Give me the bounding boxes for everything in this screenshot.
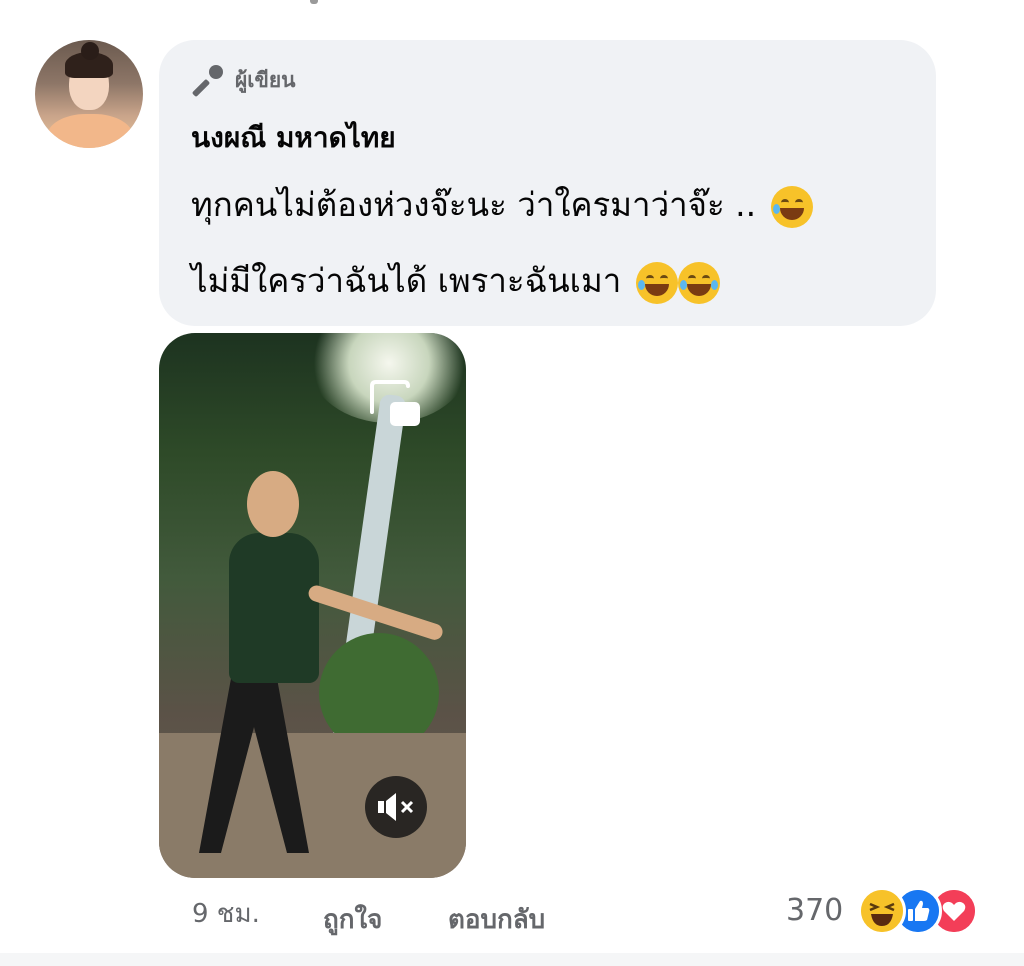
comment-bubble: ผู้เขียน นงผณี มหาดไทย ทุกคนไม่ต้องห่วงจ… xyxy=(159,40,936,326)
reaction-icons[interactable] xyxy=(858,887,998,935)
comment-text-line-2: ไม่มีใครว่าฉันได้ เพราะฉันเมา xyxy=(191,254,720,307)
comment-video[interactable] xyxy=(159,333,466,878)
sound-muted-icon xyxy=(378,793,414,821)
bottom-divider xyxy=(0,953,1024,966)
scroll-remnant xyxy=(310,0,318,4)
picture-in-picture-icon[interactable] xyxy=(366,378,422,430)
author-name[interactable]: นงผณี มหาดไทย xyxy=(191,116,396,160)
reaction-count[interactable]: 370 xyxy=(786,893,843,928)
like-button[interactable]: ถูกใจ xyxy=(323,899,382,940)
haha-reaction-icon xyxy=(858,887,906,935)
comment-actions: 9 ชม. ถูกใจ ตอบกลับ 370 xyxy=(0,887,1024,943)
timestamp[interactable]: 9 ชม. xyxy=(192,893,260,934)
avatar[interactable] xyxy=(35,40,143,148)
mute-button[interactable] xyxy=(365,776,427,838)
tears-of-joy-emoji-icon xyxy=(677,261,720,304)
comment-text-line-1: ทุกคนไม่ต้องห่วงจ๊ะนะ ว่าใครมาว่าจ๊ะ .. xyxy=(191,178,813,231)
reply-button[interactable]: ตอบกลับ xyxy=(448,899,545,940)
microphone-icon xyxy=(192,65,223,97)
rolling-on-floor-laughing-emoji-icon xyxy=(635,261,678,304)
author-badge-label: ผู้เขียน xyxy=(235,67,296,92)
comment-text-2: ไม่มีใครว่าฉันได้ เพราะฉันเมา xyxy=(191,261,622,300)
author-badge: ผู้เขียน xyxy=(191,62,296,98)
rolling-on-floor-laughing-emoji-icon xyxy=(770,185,813,228)
comment-text-1: ทุกคนไม่ต้องห่วงจ๊ะนะ ว่าใครมาว่าจ๊ะ .. xyxy=(191,185,757,224)
